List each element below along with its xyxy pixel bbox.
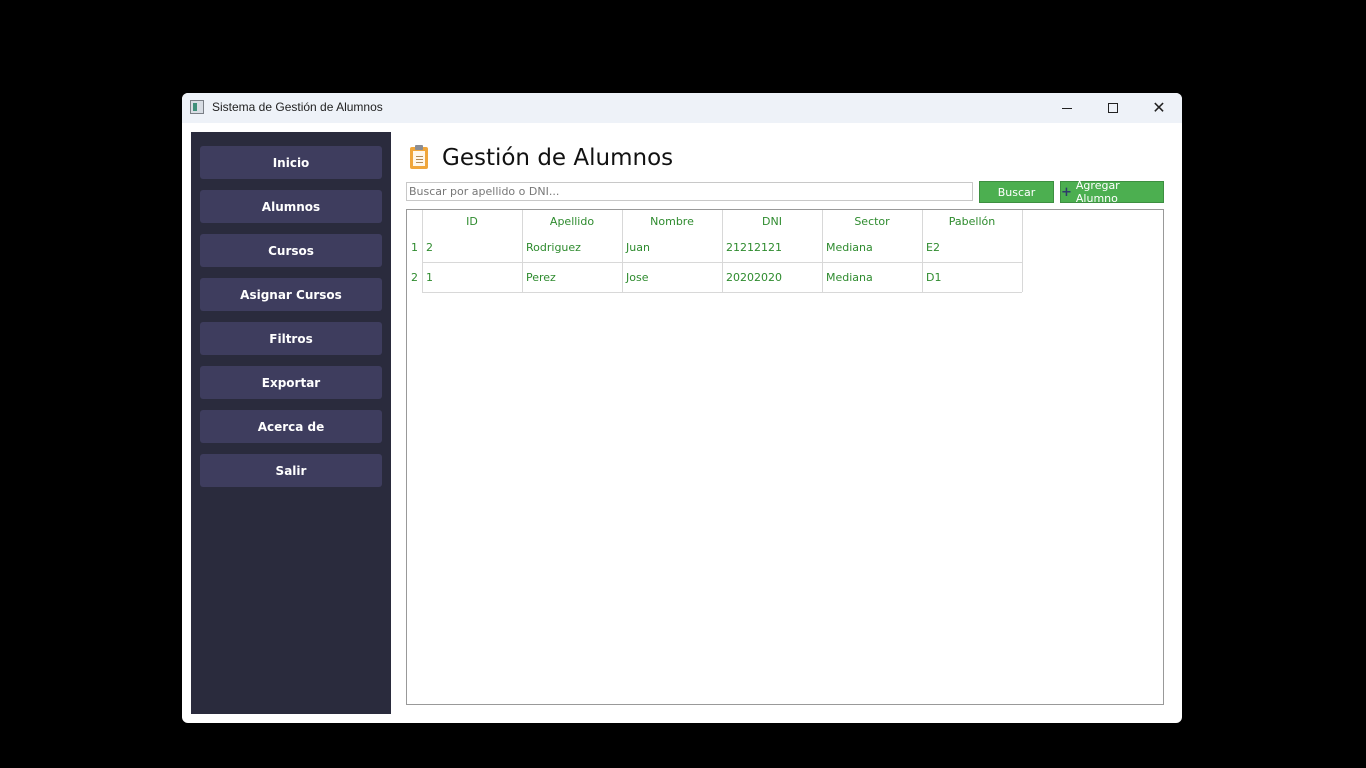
- window-title: Sistema de Gestión de Alumnos: [212, 100, 383, 114]
- column-header-sector[interactable]: Sector: [822, 210, 922, 234]
- minimize-icon: [1062, 107, 1072, 109]
- app-window: Sistema de Gestión de Alumnos ✕ Inicio A…: [182, 93, 1182, 723]
- add-student-button[interactable]: + Agregar Alumno: [1060, 179, 1164, 205]
- title-bar[interactable]: Sistema de Gestión de Alumnos ✕: [182, 93, 1182, 123]
- table-cell[interactable]: Rodriguez: [522, 234, 622, 262]
- table-cell[interactable]: E2: [922, 234, 1022, 262]
- table-cell[interactable]: Mediana: [822, 264, 922, 292]
- column-header-nombre[interactable]: Nombre: [622, 210, 722, 234]
- sidebar-item-acerca-de[interactable]: Acerca de: [200, 410, 382, 443]
- app-icon: [190, 100, 204, 114]
- column-header-dni[interactable]: DNI: [722, 210, 822, 234]
- search-input[interactable]: [406, 182, 973, 201]
- maximize-icon: [1108, 103, 1118, 113]
- table-cell[interactable]: 1: [422, 264, 522, 292]
- close-button[interactable]: ✕: [1136, 93, 1182, 123]
- table-cell[interactable]: D1: [922, 264, 1022, 292]
- table-cell[interactable]: Mediana: [822, 234, 922, 262]
- sidebar: Inicio Alumnos Cursos Asignar Cursos Fil…: [191, 132, 391, 714]
- minimize-button[interactable]: [1044, 93, 1090, 123]
- row-number: 2: [411, 271, 418, 284]
- table-cell[interactable]: 21212121: [722, 234, 822, 262]
- column-header-id[interactable]: ID: [422, 210, 522, 234]
- grid-line: [422, 262, 1022, 263]
- row-number: 1: [411, 241, 418, 254]
- add-student-label: Agregar Alumno: [1075, 179, 1120, 205]
- sidebar-item-exportar[interactable]: Exportar: [200, 366, 382, 399]
- table-cell[interactable]: Juan: [622, 234, 722, 262]
- sidebar-item-asignar-cursos[interactable]: Asignar Cursos: [200, 278, 382, 311]
- column-header-pabellon[interactable]: Pabellón: [922, 210, 1022, 234]
- table-cell[interactable]: Jose: [622, 264, 722, 292]
- students-table[interactable]: ID Apellido Nombre DNI Sector Pabellón 1…: [406, 209, 1164, 705]
- sidebar-item-cursos[interactable]: Cursos: [200, 234, 382, 267]
- table-cell[interactable]: 2: [422, 234, 522, 262]
- sidebar-item-filtros[interactable]: Filtros: [200, 322, 382, 355]
- column-header-apellido[interactable]: Apellido: [522, 210, 622, 234]
- page-header: Gestión de Alumnos: [410, 145, 673, 171]
- sidebar-item-inicio[interactable]: Inicio: [200, 146, 382, 179]
- search-button[interactable]: Buscar: [979, 181, 1054, 203]
- grid-line: [422, 292, 1022, 293]
- plus-icon: +: [1061, 184, 1072, 200]
- sidebar-item-alumnos[interactable]: Alumnos: [200, 190, 382, 223]
- page-title: Gestión de Alumnos: [442, 145, 674, 171]
- close-icon: ✕: [1152, 98, 1166, 117]
- sidebar-item-salir[interactable]: Salir: [200, 454, 382, 487]
- maximize-button[interactable]: [1090, 93, 1136, 123]
- table-cell[interactable]: Perez: [522, 264, 622, 292]
- grid-line: [1022, 210, 1023, 292]
- clipboard-icon: [410, 145, 428, 169]
- table-cell[interactable]: 20202020: [722, 264, 822, 292]
